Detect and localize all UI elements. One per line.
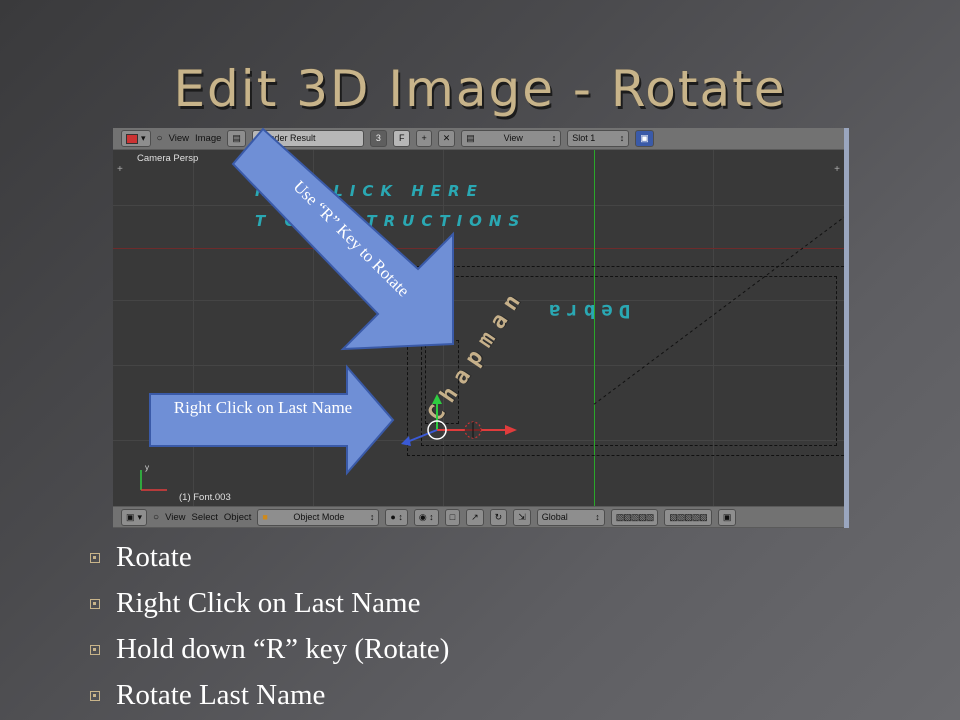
object-name-label: (1) Font.003 [179,492,231,503]
bullet-item: Rotate Last Name [90,672,449,718]
first-name-text[interactable]: Debra [543,300,630,322]
square-bullet-icon [90,553,100,563]
chevron-icon: ▾ [137,511,143,522]
scale-icon[interactable]: ⇲ [513,508,531,526]
pivot-dropdown[interactable]: ◉ ↕ [413,508,439,526]
image-menu[interactable]: Image [195,133,221,144]
circle-icon: ○ [153,511,160,523]
transform-widget[interactable] [393,390,533,470]
bullet-item: Hold down “R” key (Rotate) [90,626,449,672]
plus-icon[interactable]: + [117,164,123,175]
orientation-label: Global [541,511,568,522]
view-menu[interactable]: View [169,133,189,144]
editor-type-button[interactable]: ▾ [121,130,151,147]
object-menu[interactable]: Object [224,512,251,523]
slot-dropdown-label: Slot 1 [572,133,596,143]
view-dropdown-label: View [503,133,523,143]
3d-view-header: ▣ ▾ ○ View Select Object ■ Object Mode ↕… [113,506,844,528]
bullet-item: Right Click on Last Name [90,580,449,626]
slot-dropdown[interactable]: Slot 1 ↕ [567,130,630,147]
click-arrow-label: Right Click on Last Name [173,398,353,417]
orientation-dropdown[interactable]: Global ↕ [536,508,605,526]
translate-icon[interactable]: ↗ [466,508,484,526]
camera-persp-label: Camera Persp [137,153,199,164]
updown-icon: ↕ [619,133,625,143]
rotate-icon[interactable]: ↻ [489,508,508,526]
render-icon[interactable]: ▣ [717,508,737,526]
slide-title: Edit 3D Image - Rotate [173,60,787,118]
plus-icon[interactable]: + [834,164,840,175]
grid-line [113,205,844,206]
object-mode-icon: ■ [262,511,268,522]
bullet-list: Rotate Right Click on Last Name Hold dow… [90,534,449,718]
click-arrow [149,364,395,476]
bullet-item: Rotate [90,534,449,580]
pin-icon[interactable]: ▣ [635,130,654,147]
mode-dropdown[interactable]: ■ Object Mode ↕ [257,508,380,526]
cube-icon: ▣ [126,511,135,522]
bullet-text: Rotate [116,540,192,573]
shading-dropdown[interactable]: ● ↕ [385,508,408,526]
square-bullet-icon [90,599,100,609]
chevron-icon: ▾ [141,133,146,143]
manipulator-icon[interactable]: □ [444,508,461,526]
bullet-text: Right Click on Last Name [116,586,421,619]
square-bullet-icon [90,691,100,701]
square-bullet-icon [90,645,100,655]
view-dropdown[interactable]: ▤ View ↕ [461,130,562,147]
layers-grid[interactable]: ▧▧▧▧▧ [610,508,659,526]
updown-icon: ↕ [595,511,600,522]
layers-grid-2[interactable]: ▧▧▧▧▧ [664,508,712,526]
bullet-text: Rotate Last Name [116,678,326,711]
updown-icon: ↕ [369,511,375,522]
image-editor-icon [126,133,138,144]
editor-type-button[interactable]: ▣ ▾ [121,508,148,526]
updown-icon: ↕ [551,133,557,143]
view-menu[interactable]: View [165,512,185,523]
bullet-text: Hold down “R” key (Rotate) [116,632,450,665]
circle-icon: ○ [156,133,163,144]
image-editor-header: ▾ ○ View Image ▤ Render Result 3 F + ✕ ▤… [113,128,844,150]
select-menu[interactable]: Select [192,512,218,523]
mode-label: Object Mode [293,511,345,522]
